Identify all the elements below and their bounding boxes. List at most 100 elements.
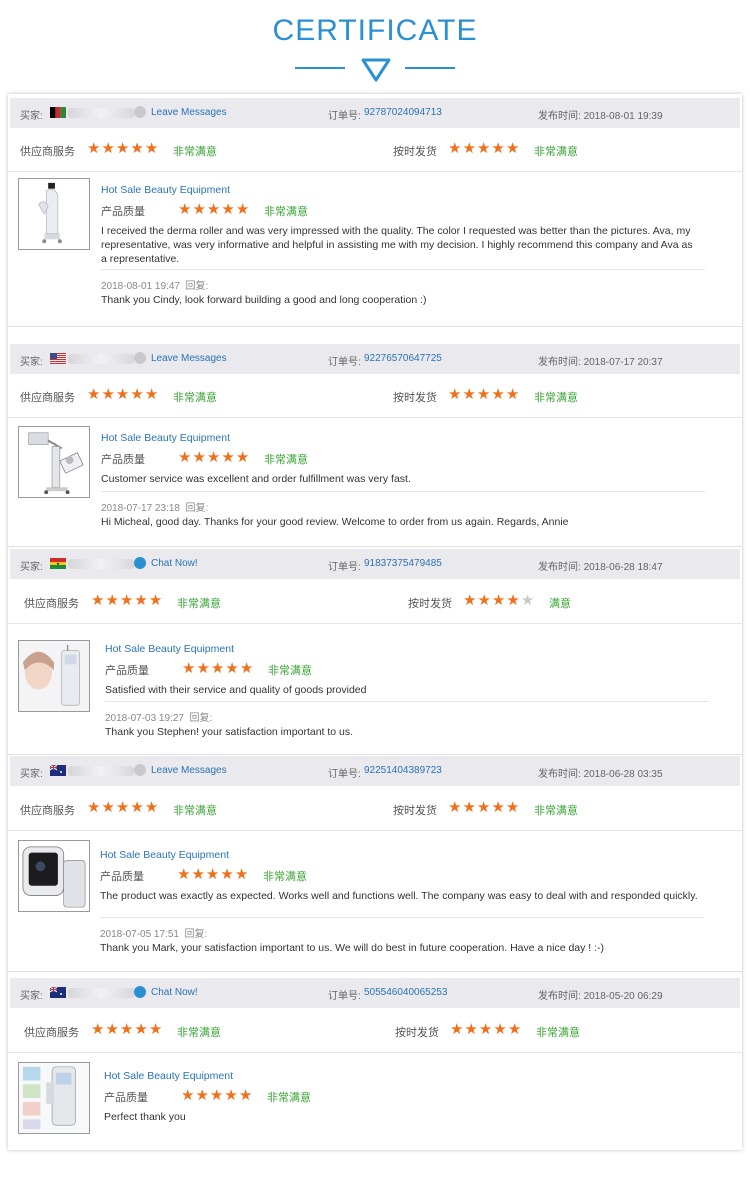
supplier-satisfaction: 非常满意 [173,805,217,817]
star-filled-icon: ★ [225,660,239,677]
product-thumbnail[interactable] [18,640,90,712]
star-filled-icon: ★ [476,386,491,403]
quality-stars: ★★★★★ [177,866,249,883]
review-comment: I received the derma roller and was very… [101,225,693,265]
buyer-name-redacted [68,559,134,569]
message-icon[interactable] [134,764,146,776]
svg-text:★: ★ [56,561,60,566]
product-name-link[interactable]: Hot Sale Beauty Equipment [100,849,229,861]
country-flag-icon [50,353,66,364]
star-filled-icon: ★ [448,386,462,403]
product-thumbnail[interactable] [18,426,90,498]
star-filled-icon: ★ [178,201,192,218]
review-comment: The product was exactly as expected. Wor… [100,890,698,902]
quality-satisfaction: 非常满意 [268,665,312,677]
message-icon[interactable] [134,106,146,118]
buyer-label: 买家: [20,769,43,780]
chat-icon[interactable] [134,986,146,998]
quality-label: 产品质量 [104,1092,148,1104]
star-filled-icon: ★ [206,201,221,218]
star-filled-icon: ★ [462,386,476,403]
star-filled-icon: ★ [87,799,101,816]
star-filled-icon: ★ [148,1021,163,1038]
quality-label: 产品质量 [105,665,149,677]
reply-meta: 2018-07-03 19:27 回复: [105,713,213,724]
supplier-satisfaction: 非常满意 [173,146,217,158]
order-label: 订单号: [328,562,361,573]
order-number-link[interactable]: 92251404389723 [364,765,442,776]
reply-divider [100,917,704,918]
supplier-service-label: 供应商服务 [20,392,75,404]
star-filled-icon: ★ [235,449,250,466]
on-time-stars: ★★★★★ [450,1022,522,1038]
on-time-satisfaction: 非常满意 [534,392,578,404]
on-time-satisfaction: 满意 [549,598,571,610]
review-comment: Customer service was excellent and order… [101,473,411,485]
leave-messages-link[interactable]: Leave Messages [151,765,227,776]
order-number-link[interactable]: 92787024094713 [364,107,442,118]
supplier-satisfaction: 非常满意 [177,1027,221,1039]
review-comment: Perfect thank you [104,1111,186,1123]
star-filled-icon: ★ [101,140,115,157]
review-comment: Satisfied with their service and quality… [105,684,367,696]
chat-now-link[interactable]: Chat Now! [151,558,198,569]
star-filled-icon: ★ [182,660,196,677]
chat-icon[interactable] [134,557,146,569]
star-filled-icon: ★ [505,386,520,403]
star-empty-icon: ★ [520,592,535,609]
seller-reply: Thank you Mark, your satisfaction import… [100,942,605,954]
star-filled-icon: ★ [130,386,144,403]
chat-now-link[interactable]: Chat Now! [151,987,198,998]
star-filled-icon: ★ [462,799,476,816]
buyer-label: 买家: [20,357,43,368]
order-label: 订单号: [328,991,361,1002]
star-filled-icon: ★ [506,592,520,609]
review-divider [8,754,742,755]
product-name-link[interactable]: Hot Sale Beauty Equipment [105,643,234,655]
supplier-satisfaction: 非常满意 [173,392,217,404]
published-time: 发布时间: 2018-06-28 03:35 [538,769,663,780]
header-divider-right [405,67,455,69]
published-time: 发布时间: 2018-05-20 06:29 [538,991,663,1002]
message-icon[interactable] [134,352,146,364]
quality-stars: ★★★★★ [181,1087,253,1104]
buyer-bar: 买家: Leave Messages 订单号: 92276570647725 发布时间:… [10,344,740,374]
buyer-label: 买家: [20,562,43,573]
order-number-link[interactable]: 505546040065253 [364,987,447,998]
star-filled-icon: ★ [144,799,159,816]
product-thumbnail[interactable] [18,840,90,912]
leave-messages-link[interactable]: Leave Messages [151,107,227,118]
star-filled-icon: ★ [505,799,520,816]
order-number-link[interactable]: 91837375479485 [364,558,442,569]
seller-reply: Hi Micheal, good day. Thanks for your go… [101,516,569,528]
quality-label: 产品质量 [101,454,145,466]
seller-reply: Thank you Cindy, look forward building a… [101,294,427,306]
star-filled-icon: ★ [119,1021,134,1038]
on-time-satisfaction: 非常满意 [534,146,578,158]
order-label: 订单号: [328,111,361,122]
star-filled-icon: ★ [209,1087,224,1104]
buyer-label: 买家: [20,111,43,122]
published-time: 发布时间: 2018-07-17 20:37 [538,357,663,368]
star-filled-icon: ★ [206,449,221,466]
supplier-stars: ★★★★★ [87,387,159,403]
star-filled-icon: ★ [450,1021,464,1038]
product-name-link[interactable]: Hot Sale Beauty Equipment [101,432,230,444]
leave-messages-link[interactable]: Leave Messages [151,353,227,364]
certificate-header: CERTIFICATE [0,0,750,92]
supplier-stars: ★★★★★ [87,800,159,816]
on-time-label: 按时发货 [393,805,437,817]
product-name-link[interactable]: Hot Sale Beauty Equipment [104,1070,233,1082]
star-filled-icon: ★ [462,140,476,157]
seller-reply: Thank you Stephen! your satisfaction imp… [105,726,354,738]
star-filled-icon: ★ [115,140,130,157]
product-thumbnail[interactable] [18,178,90,250]
product-name-link[interactable]: Hot Sale Beauty Equipment [101,184,230,196]
quality-stars: ★★★★★ [178,201,250,218]
star-filled-icon: ★ [224,1087,238,1104]
product-thumbnail[interactable] [18,1062,90,1134]
order-number-link[interactable]: 92276570647725 [364,353,442,364]
supplier-service-label: 供应商服务 [20,146,75,158]
on-time-stars: ★★★★★ [448,387,520,403]
supplier-service-label: 供应商服务 [24,1027,79,1039]
